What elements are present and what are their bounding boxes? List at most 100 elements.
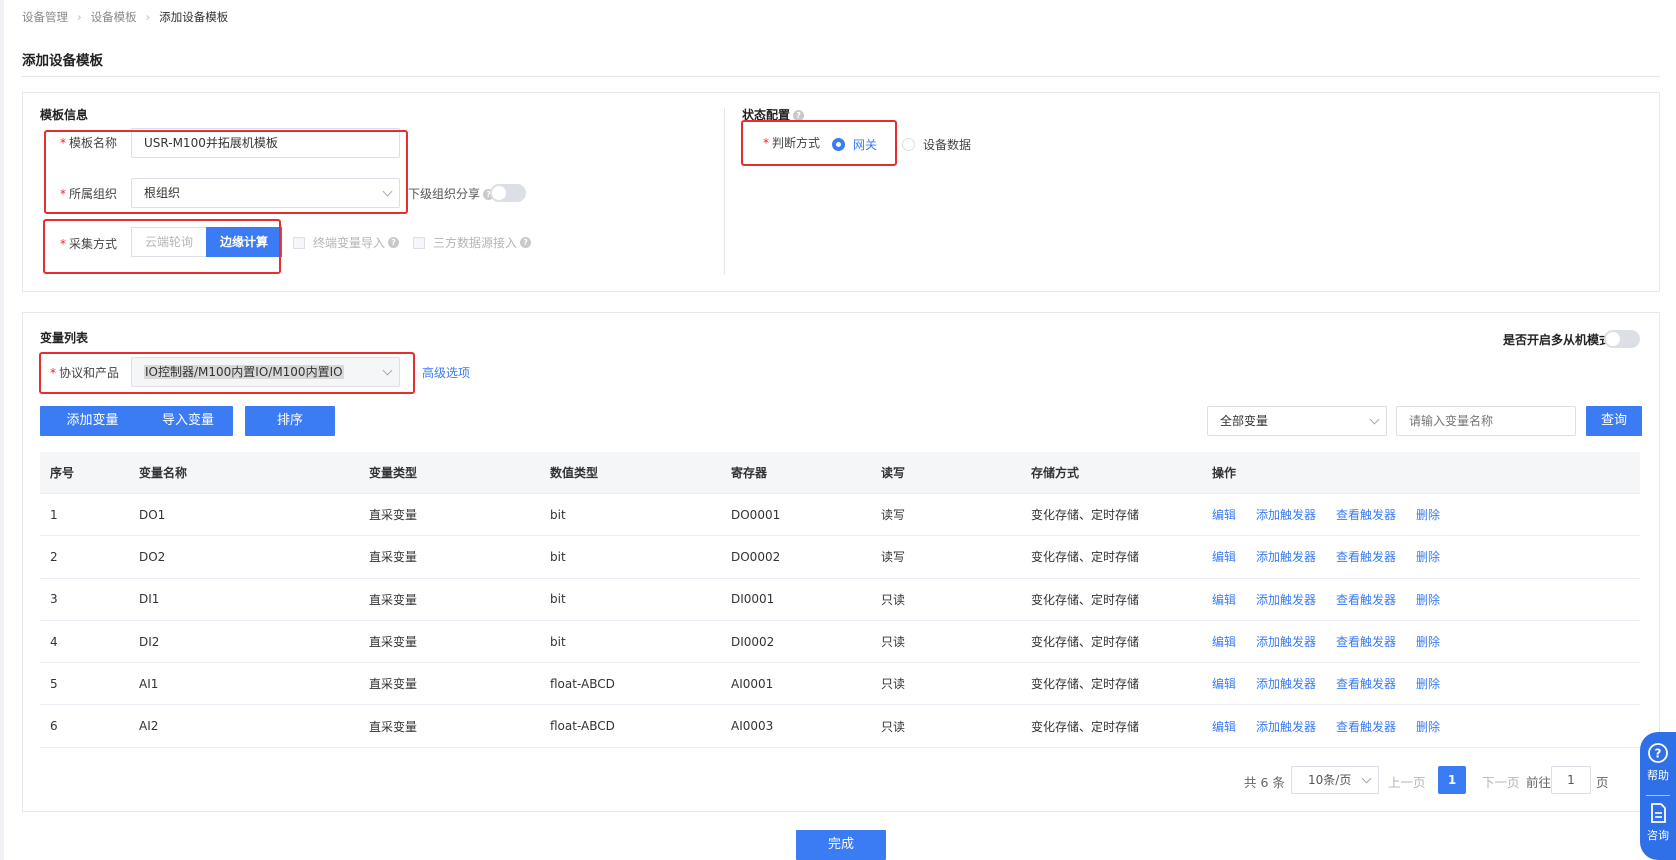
delete-link[interactable]: 删除 <box>1416 718 1440 735</box>
col-header-var-name: 变量名称 <box>139 466 188 480</box>
cell-storage: 变化存储、定时存储 <box>1031 592 1140 607</box>
table-row: 6 AI2 直采变量 float-ABCD AI0003 只读 变化存储、定时存储 编辑 添加触… <box>40 705 1640 748</box>
toggle-knob <box>1606 332 1620 346</box>
cell-actions: 编辑 添加触发器 查看触发器 删除 <box>1212 494 1460 535</box>
add-variable-button[interactable]: 添加变量 <box>40 406 145 436</box>
delete-link[interactable]: 删除 <box>1416 506 1440 523</box>
cell-read-write: 只读 <box>881 592 906 607</box>
multi-slave-label: 是否开启多从机模式 <box>1503 333 1612 347</box>
cell-index: 5 <box>50 676 58 691</box>
variable-filter-select[interactable]: 全部变量 <box>1207 406 1387 436</box>
chevron-down-icon <box>1369 414 1380 425</box>
edit-link[interactable]: 编辑 <box>1212 633 1236 650</box>
org-select[interactable]: 根组织 <box>131 178 400 208</box>
view-trigger-link[interactable]: 查看触发器 <box>1336 506 1396 523</box>
cell-value-type: float-ABCD <box>550 719 615 734</box>
view-trigger-link[interactable]: 查看触发器 <box>1336 633 1396 650</box>
edit-link[interactable]: 编辑 <box>1212 675 1236 692</box>
radio-dot <box>902 138 915 151</box>
third-party-source-checkbox[interactable]: 三方数据源接入? <box>413 234 532 251</box>
sub-org-share-toggle[interactable] <box>490 184 526 202</box>
cell-actions: 编辑 添加触发器 查看触发器 删除 <box>1212 579 1460 620</box>
chevron-down-icon <box>382 186 393 197</box>
delete-link[interactable]: 删除 <box>1416 675 1440 692</box>
advanced-options-link[interactable]: 高级选项 <box>422 364 470 381</box>
cell-storage: 变化存储、定时存储 <box>1031 719 1140 734</box>
edit-link[interactable]: 编辑 <box>1212 718 1236 735</box>
add-trigger-link[interactable]: 添加触发器 <box>1256 718 1316 735</box>
search-button[interactable]: 查询 <box>1586 406 1642 436</box>
consult-button[interactable]: 咨询 <box>1640 802 1676 843</box>
help-button[interactable]: ? 帮助 <box>1640 742 1676 783</box>
checkbox-box <box>293 236 305 249</box>
pagination-total: 共 6 条 <box>1244 775 1285 790</box>
delete-link[interactable]: 删除 <box>1416 591 1440 608</box>
cell-index: 1 <box>50 507 58 522</box>
cell-value-type: bit <box>550 549 566 564</box>
protocol-product-label: * 协议和产品 <box>50 366 120 380</box>
col-header-storage: 存储方式 <box>1031 466 1080 480</box>
delete-link[interactable]: 删除 <box>1416 633 1440 650</box>
delete-link[interactable]: 删除 <box>1416 548 1440 565</box>
chevron-down-icon <box>382 365 393 376</box>
next-page-button[interactable]: 下一页 <box>1482 772 1520 791</box>
cell-storage: 变化存储、定时存储 <box>1031 508 1140 523</box>
terminal-var-import-checkbox[interactable]: 终端变量导入? <box>293 234 400 251</box>
template-name-label: * 模板名称 <box>60 136 118 150</box>
view-trigger-link[interactable]: 查看触发器 <box>1336 718 1396 735</box>
add-trigger-link[interactable]: 添加触发器 <box>1256 591 1316 608</box>
edit-link[interactable]: 编辑 <box>1212 506 1236 523</box>
multi-slave-toggle[interactable] <box>1604 330 1640 348</box>
page-size-select[interactable]: 10条/页 <box>1291 766 1379 794</box>
view-trigger-link[interactable]: 查看触发器 <box>1336 591 1396 608</box>
sub-org-share-label: 下级组织分享? <box>408 185 495 202</box>
view-trigger-link[interactable]: 查看触发器 <box>1336 675 1396 692</box>
view-trigger-link[interactable]: 查看触发器 <box>1336 548 1396 565</box>
variable-search-input[interactable] <box>1396 406 1576 436</box>
protocol-product-select[interactable]: IO控制器/M100内置IO/M100内置IO <box>131 357 400 387</box>
cell-read-write: 读写 <box>881 508 906 523</box>
edit-link[interactable]: 编辑 <box>1212 591 1236 608</box>
goto-page-input[interactable]: 1 <box>1551 766 1591 794</box>
judge-method-label: * 判断方式 <box>763 136 821 150</box>
chevron-down-icon <box>1361 773 1372 784</box>
table-row: 2 DO2 直采变量 bit DO0002 读写 变化存储、定时存储 编辑 添加触发器 查看触发器… <box>40 536 1640 579</box>
question-circle-icon: ? <box>1648 743 1668 763</box>
cell-register: DI0002 <box>731 634 775 649</box>
page-1-button[interactable]: 1 <box>1438 766 1466 794</box>
cell-var-name: AI2 <box>139 719 159 734</box>
add-trigger-link[interactable]: 添加触发器 <box>1256 675 1316 692</box>
cell-var-type: 直采变量 <box>369 677 418 692</box>
checkbox-label: 终端变量导入 <box>313 236 386 250</box>
cell-value-type: bit <box>550 592 566 607</box>
cell-var-name: DO2 <box>139 549 166 564</box>
cell-actions: 编辑 添加触发器 查看触发器 删除 <box>1212 705 1460 746</box>
import-variable-button[interactable]: 导入变量 <box>143 406 233 436</box>
template-name-input[interactable]: USR-M100并拓展机模板 <box>131 128 400 158</box>
breadcrumb-item-device-template[interactable]: 设备模板 <box>91 9 137 25</box>
cell-read-write: 读写 <box>881 550 906 565</box>
cell-register: DI0001 <box>731 592 775 607</box>
cell-var-type: 直采变量 <box>369 719 418 734</box>
checkbox-box <box>413 236 425 249</box>
collect-method-label: * 采集方式 <box>60 237 118 251</box>
radio-gateway[interactable]: 网关 <box>832 136 877 153</box>
edit-link[interactable]: 编辑 <box>1212 548 1236 565</box>
radio-device-data[interactable]: 设备数据 <box>902 136 971 153</box>
title-divider <box>22 76 1660 77</box>
cell-value-type: bit <box>550 634 566 649</box>
add-trigger-link[interactable]: 添加触发器 <box>1256 548 1316 565</box>
breadcrumb-item-device-management[interactable]: 设备管理 <box>22 9 68 25</box>
toggle-knob <box>492 186 506 200</box>
sort-button[interactable]: 排序 <box>245 406 335 436</box>
add-trigger-link[interactable]: 添加触发器 <box>1256 633 1316 650</box>
add-trigger-link[interactable]: 添加触发器 <box>1256 506 1316 523</box>
radio-dot <box>832 138 845 151</box>
finish-button[interactable]: 完成 <box>796 830 886 860</box>
cell-var-type: 直采变量 <box>369 508 418 523</box>
svg-text:?: ? <box>1655 747 1662 761</box>
prev-page-button[interactable]: 上一页 <box>1388 772 1426 791</box>
cell-storage: 变化存储、定时存储 <box>1031 550 1140 565</box>
collect-cloud-polling-option[interactable]: 云端轮询 <box>131 227 207 257</box>
collect-edge-computing-option[interactable]: 边缘计算 <box>206 227 283 257</box>
